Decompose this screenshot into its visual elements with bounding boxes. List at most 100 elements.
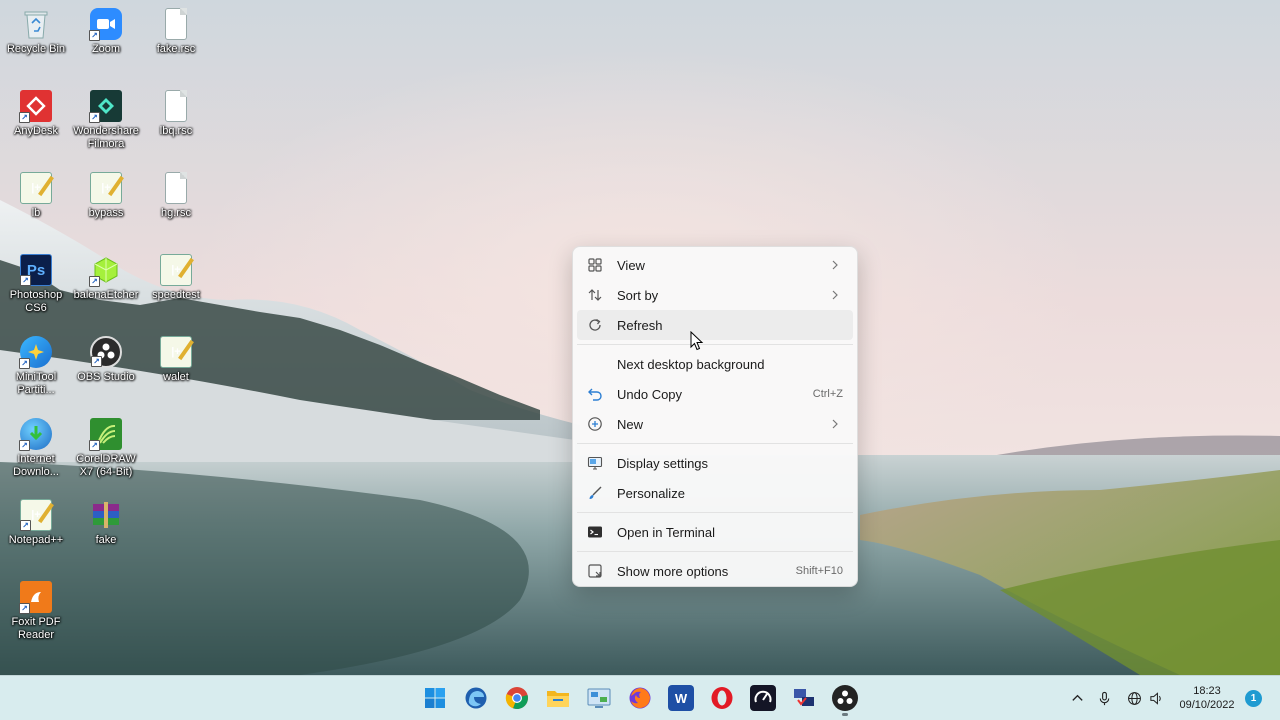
edge-icon[interactable] xyxy=(463,685,489,711)
menu-item-undo-copy[interactable]: Undo Copy Ctrl+Z xyxy=(577,379,853,409)
desktop-icon-balenaetcher[interactable]: ↗ balenaEtcher xyxy=(70,250,142,328)
word-icon[interactable]: W xyxy=(668,685,694,711)
chevron-right-icon xyxy=(829,288,841,302)
desktop-context-menu: View Sort by Refresh Next desktop backgr… xyxy=(572,246,858,587)
desktop-icon-coreldraw[interactable]: ↗ CorelDRAW X7 (64-Bit) xyxy=(70,414,142,492)
desktop-icon-label: speedtest xyxy=(152,289,200,301)
shortcut-arrow-icon: ↗ xyxy=(89,276,100,287)
desktop-icon-label: Foxit PDF Reader xyxy=(11,616,61,641)
clock-time: 18:23 xyxy=(1193,685,1221,697)
menu-item-show-more-options[interactable]: Show more options Shift+F10 xyxy=(577,556,853,586)
desktop-icon-label: bypass xyxy=(88,207,124,219)
menu-item-new[interactable]: New xyxy=(577,409,853,439)
file-explorer-icon[interactable] xyxy=(545,685,571,711)
mouse-cursor-icon xyxy=(690,331,704,351)
notification-badge[interactable]: 1 xyxy=(1245,690,1262,707)
blank-file-icon xyxy=(165,8,187,40)
filmora-icon: ↗ xyxy=(89,90,122,123)
shortcut-arrow-icon: ↗ xyxy=(19,112,30,123)
menu-item-label: Undo Copy xyxy=(617,386,683,402)
blank-file-icon xyxy=(165,90,187,122)
notepad-file-icon: |+ xyxy=(90,172,122,204)
menu-item-label: Personalize xyxy=(617,485,685,501)
menu-item-label: Display settings xyxy=(617,455,709,471)
menu-item-display-settings[interactable]: Display settings xyxy=(577,448,853,478)
microphone-icon[interactable] xyxy=(1095,689,1113,707)
notepad-file-icon: |+ xyxy=(20,172,52,204)
coreldraw-icon: ↗ xyxy=(89,418,122,451)
terminal-icon xyxy=(587,524,603,540)
speedtest-icon[interactable] xyxy=(750,685,776,711)
desktop-icon-filmora[interactable]: ↗ Wondershare Filmora xyxy=(70,86,142,164)
blank-file-icon xyxy=(165,172,187,204)
menu-separator xyxy=(577,443,853,444)
desktop-icon-label: lb xyxy=(31,207,41,219)
desktop-icon-hg-rsc[interactable]: hg.rsc xyxy=(140,168,212,246)
desktop-icon-label: Internet Downlo... xyxy=(13,453,59,478)
speaker-icon[interactable] xyxy=(1147,689,1165,707)
desktop-icon-lbq-rsc[interactable]: lbq.rsc xyxy=(140,86,212,164)
opera-icon[interactable] xyxy=(709,685,735,711)
menu-item-next-desktop-background[interactable]: Next desktop background xyxy=(577,349,853,379)
desktop-icon-foxit[interactable]: ↗ Foxit PDF Reader xyxy=(0,577,72,655)
desktop-icon-label: Wondershare Filmora xyxy=(73,125,139,150)
undo-icon xyxy=(587,386,603,402)
obs-studio-icon: ↗ xyxy=(90,336,122,368)
internet-download-manager-icon: ↗ xyxy=(19,418,52,451)
more-options-icon xyxy=(587,563,603,579)
desktop-icon-anydesk[interactable]: ↗ AnyDesk xyxy=(0,86,72,164)
minitool-partition-icon: ↗ xyxy=(19,336,52,369)
chevron-up-icon[interactable] xyxy=(1068,689,1086,707)
grid-view-icon xyxy=(587,257,603,273)
menu-item-label: New xyxy=(617,416,644,432)
desktop-icon-label: OBS Studio xyxy=(77,371,135,383)
display-icon xyxy=(587,455,603,471)
desktop-icon-notepadpp[interactable]: |+ ↗ Notepad++ xyxy=(0,495,72,573)
shortcut-arrow-icon: ↗ xyxy=(20,275,31,286)
menu-item-refresh[interactable]: Refresh xyxy=(577,310,853,340)
menu-item-sort-by[interactable]: Sort by xyxy=(577,280,853,310)
chevron-right-icon xyxy=(829,258,841,272)
desktop-icon-label: MiniTool Partiti... xyxy=(15,371,57,396)
recycle-bin-icon xyxy=(20,8,52,40)
start-icon[interactable] xyxy=(422,685,448,711)
chevron-right-icon xyxy=(829,417,841,431)
desktop-icon-zoom[interactable]: ↗ Zoom xyxy=(70,4,142,82)
notepad-file-icon: |+ xyxy=(160,254,192,286)
desktop-icon-label: lbq.rsc xyxy=(159,125,193,137)
control-panel-icon[interactable] xyxy=(586,685,612,711)
network-tool-icon[interactable] xyxy=(791,685,817,711)
desktop-icon-walet[interactable]: |+ walet xyxy=(140,332,212,410)
desktop-icon-recycle-bin[interactable]: Recycle Bin xyxy=(0,4,72,82)
menu-item-personalize[interactable]: Personalize xyxy=(577,478,853,508)
desktop-icon-bypass[interactable]: |+ bypass xyxy=(70,168,142,246)
desktop-icon-lb[interactable]: |+ lb xyxy=(0,168,72,246)
menu-item-label: Refresh xyxy=(617,317,663,333)
desktop-icon-obs[interactable]: ↗ OBS Studio xyxy=(70,332,142,410)
desktop-icon-minitool[interactable]: ↗ MiniTool Partiti... xyxy=(0,332,72,410)
menu-item-shortcut: Ctrl+Z xyxy=(812,388,843,400)
desktop-icon-label: Notepad++ xyxy=(8,534,64,546)
desktop-icon-internet-download[interactable]: ↗ Internet Downlo... xyxy=(0,414,72,492)
menu-item-open-in-terminal[interactable]: Open in Terminal xyxy=(577,517,853,547)
globe-network-icon[interactable] xyxy=(1125,689,1143,707)
desktop-icon-fake[interactable]: fake xyxy=(70,495,142,573)
menu-item-view[interactable]: View xyxy=(577,250,853,280)
desktop-icon-photoshop[interactable]: Ps ↗ Photoshop CS6 xyxy=(0,250,72,328)
taskbar-clock[interactable]: 18:23 09/10/2022 xyxy=(1176,684,1238,712)
desktop-icon-fake-rsc[interactable]: fake.rsc xyxy=(140,4,212,82)
desktop-icon-label: Zoom xyxy=(91,43,121,55)
chrome-icon[interactable] xyxy=(504,685,530,711)
sort-icon xyxy=(587,287,603,303)
obs-icon[interactable] xyxy=(832,685,858,711)
notepad-file-icon: |+ xyxy=(160,336,192,368)
menu-item-shortcut: Shift+F10 xyxy=(795,565,843,577)
desktop-icon-label: CorelDRAW X7 (64-Bit) xyxy=(76,453,136,478)
desktop-icon-label: fake xyxy=(95,534,117,546)
desktop-icon-label: hg.rsc xyxy=(161,207,191,219)
menu-item-label: Next desktop background xyxy=(617,356,765,372)
firefox-icon[interactable] xyxy=(627,685,653,711)
desktop-icon-speedtest[interactable]: |+ speedtest xyxy=(140,250,212,328)
shortcut-arrow-icon: ↗ xyxy=(89,440,100,451)
plus-circle-icon xyxy=(587,416,603,432)
